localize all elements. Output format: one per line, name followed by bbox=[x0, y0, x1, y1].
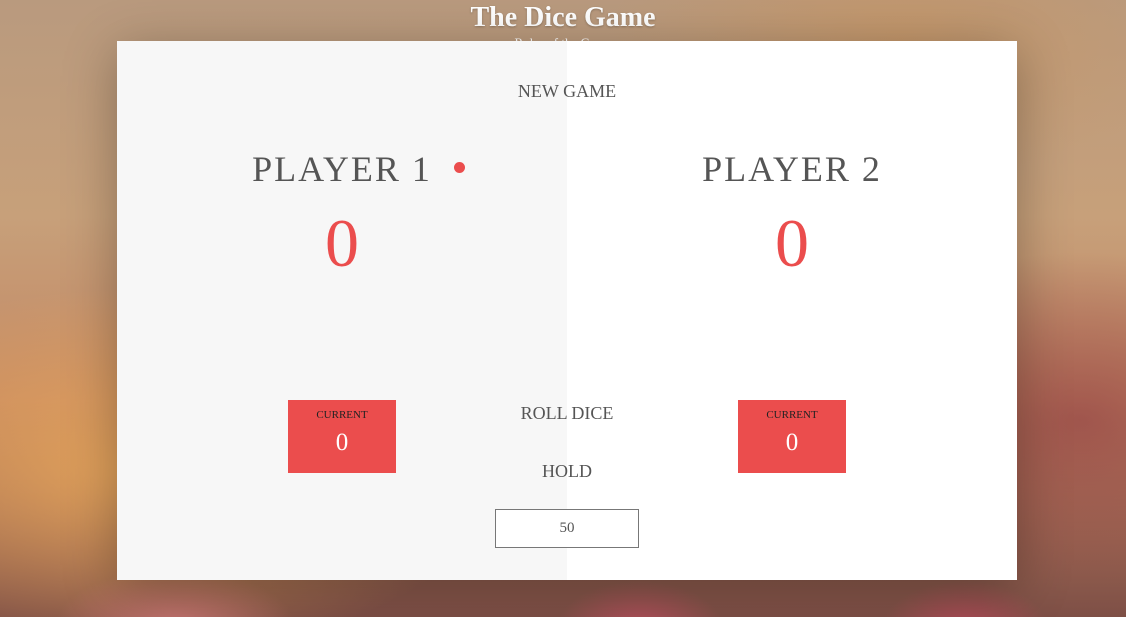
roll-dice-row: ROLL DICE bbox=[117, 403, 1017, 423]
new-game-row: NEW GAME bbox=[117, 81, 1017, 101]
player-1-name: PLAYER 1 bbox=[252, 149, 432, 189]
player-2-name: PLAYER 2 bbox=[702, 149, 882, 189]
player-1-current-score: 0 bbox=[335, 429, 349, 456]
hold-row: HOLD bbox=[117, 461, 1017, 481]
roll-dice-button[interactable]: ROLL DICE bbox=[517, 403, 618, 423]
game-board: PLAYER 1 0 CURRENT 0 PLAYER 2 0 CURRENT … bbox=[117, 41, 1017, 580]
active-player-dot-icon bbox=[454, 162, 465, 173]
new-game-button[interactable]: NEW GAME bbox=[514, 81, 620, 101]
player-2-panel: PLAYER 2 0 CURRENT 0 bbox=[567, 41, 1017, 580]
final-score-input[interactable] bbox=[495, 509, 639, 548]
player-1-panel: PLAYER 1 0 CURRENT 0 bbox=[117, 41, 567, 580]
player-2-score: 0 bbox=[775, 205, 809, 281]
player-1-score: 0 bbox=[325, 205, 359, 281]
site-title: The Dice Game bbox=[470, 2, 656, 33]
player-2-current-score: 0 bbox=[785, 429, 799, 456]
hold-button[interactable]: HOLD bbox=[538, 461, 596, 481]
